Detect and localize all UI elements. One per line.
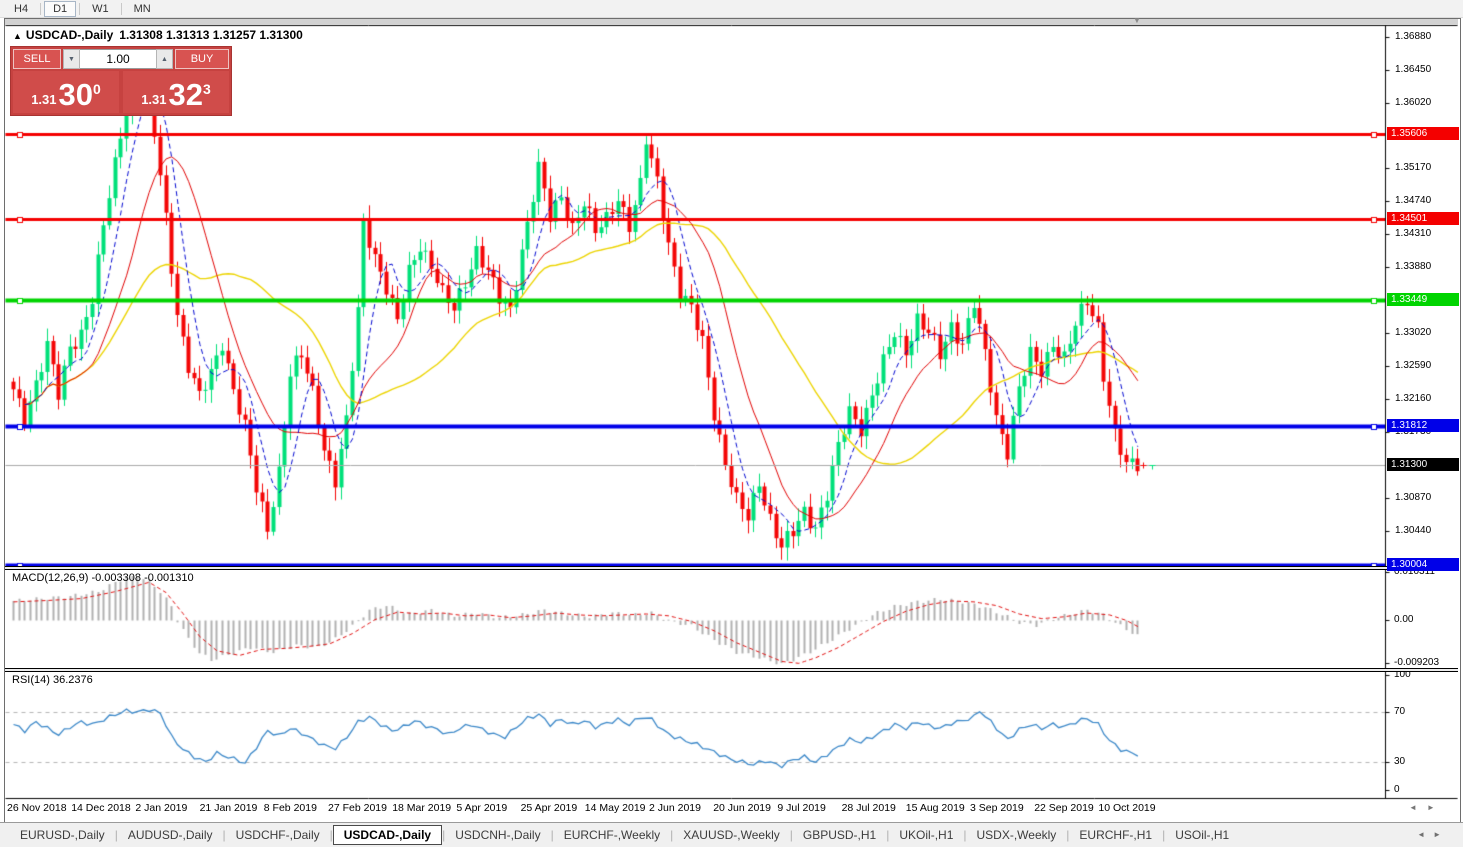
x-axis-date-label: 27 Feb 2019 xyxy=(328,802,387,814)
x-axis-date-label: 14 Dec 2018 xyxy=(71,802,131,814)
current-price-badge: 1.31300 xyxy=(1387,458,1459,471)
volume-increase-button[interactable]: ▲ xyxy=(156,49,173,69)
price-line-badge: 1.30004 xyxy=(1387,558,1459,571)
one-click-trade-panel: SELL ▼ ▲ BUY 1.31 30 0 1.31 32 3 xyxy=(10,46,232,116)
price-axis-tick: 1.33020 xyxy=(1395,327,1457,338)
timeframe-button-d1[interactable]: D1 xyxy=(44,1,76,17)
chart-title: ▲ USDCAD-,Daily 1.31308 1.31313 1.31257 1.… xyxy=(13,28,303,42)
price-line-badge: 1.34501 xyxy=(1387,212,1459,225)
price-axis-tick: 1.36020 xyxy=(1395,97,1457,108)
sell-price-pip-digit: 0 xyxy=(93,81,101,97)
sell-button[interactable]: SELL xyxy=(13,49,61,69)
price-line-badge: 1.35606 xyxy=(1387,127,1459,140)
chart-symbol-label: USDCAD-,Daily xyxy=(26,28,113,42)
rsi-axis-tick: 30 xyxy=(1394,756,1460,767)
chart-hscroll-arrows[interactable]: ◄► xyxy=(1409,803,1445,812)
x-axis-date-label: 20 Jun 2019 xyxy=(713,802,771,814)
x-axis-date-label: 15 Aug 2019 xyxy=(906,802,965,814)
x-axis-date-label: 2 Jun 2019 xyxy=(649,802,701,814)
price-axis-tick: 1.36450 xyxy=(1395,64,1457,75)
x-axis-date-label: 14 May 2019 xyxy=(585,802,646,814)
price-axis-tick: 1.30870 xyxy=(1395,492,1457,503)
price-line-badge: 1.31812 xyxy=(1387,419,1459,432)
chart-tab-xauusd-weekly[interactable]: XAUUSD-,Weekly xyxy=(673,826,789,844)
chart-tab-usoil-h1[interactable]: USOil-,H1 xyxy=(1165,826,1239,844)
chart-tab-eurusd-daily[interactable]: EURUSD-,Daily xyxy=(10,826,115,844)
price-line-badge: 1.33449 xyxy=(1387,293,1459,306)
rsi-axis-tick: 70 xyxy=(1394,706,1460,717)
buy-price-big-digits: 32 xyxy=(169,80,203,110)
chart-tab-usdchf-daily[interactable]: USDCHF-,Daily xyxy=(226,826,330,844)
volume-input[interactable] xyxy=(80,49,156,69)
price-axis-tick: 1.34740 xyxy=(1395,195,1457,206)
macd-pane-splitter[interactable] xyxy=(5,566,1458,570)
x-axis-date-label: 18 Mar 2019 xyxy=(392,802,451,814)
macd-indicator-label: MACD(12,26,9) -0.003308 -0.001310 xyxy=(12,572,194,584)
timeframe-toolbar: H4 D1 W1 MN xyxy=(0,0,1463,18)
chart-tab-audusd-daily[interactable]: AUDUSD-,Daily xyxy=(118,826,223,844)
chart-tab-ukoil-h1[interactable]: UKOil-,H1 xyxy=(889,826,963,844)
tab-scroll-left-icon[interactable]: ◄ xyxy=(1417,830,1433,839)
x-axis-date-label: 9 Jul 2019 xyxy=(777,802,825,814)
toolbar-separator xyxy=(79,3,80,15)
one-click-collapse-icon[interactable]: ▲ xyxy=(13,31,22,41)
x-axis-date-label: 5 Apr 2019 xyxy=(456,802,507,814)
x-axis-date-label: 28 Jul 2019 xyxy=(842,802,896,814)
sell-price-prefix: 1.31 xyxy=(31,92,56,107)
chart-tab-usdcnh-daily[interactable]: USDCNH-,Daily xyxy=(445,826,550,844)
chart-top-scrollbar[interactable]: ▼ xyxy=(5,19,1458,25)
tab-scroll-right-icon[interactable]: ► xyxy=(1433,830,1449,839)
buy-price-display[interactable]: 1.31 32 3 xyxy=(123,71,229,113)
trading-app: H4 D1 W1 MN ▼ ▲ USDCAD-,Daily 1.31308 1.31313… xyxy=(0,0,1463,847)
price-axis-tick: 1.32590 xyxy=(1395,360,1457,371)
price-axis-tick: 1.32160 xyxy=(1395,393,1457,404)
x-axis-date-label: 3 Sep 2019 xyxy=(970,802,1024,814)
macd-axis-tick: 0.00 xyxy=(1394,614,1460,625)
price-axis-tick: 1.30440 xyxy=(1395,525,1457,536)
timeframe-button-mn[interactable]: MN xyxy=(125,1,160,17)
price-axis-tick: 1.36880 xyxy=(1395,31,1457,42)
buy-button[interactable]: BUY xyxy=(175,49,229,69)
x-axis-date-label: 21 Jan 2019 xyxy=(200,802,258,814)
hscroll-right-icon[interactable]: ► xyxy=(1427,803,1445,812)
chart-ohlc-values: 1.31308 1.31313 1.31257 1.31300 xyxy=(119,28,303,42)
price-axis-tick: 1.35170 xyxy=(1395,162,1457,173)
volume-decrease-button[interactable]: ▼ xyxy=(63,49,80,69)
chart-tab-usdcad-daily[interactable]: USDCAD-,Daily xyxy=(333,825,442,845)
x-axis-date-label: 8 Feb 2019 xyxy=(264,802,317,814)
rsi-pane-splitter[interactable] xyxy=(5,668,1458,672)
toolbar-separator xyxy=(40,3,41,15)
sell-price-display[interactable]: 1.31 30 0 xyxy=(13,71,119,113)
price-axis-tick: 1.33880 xyxy=(1395,261,1457,272)
chart-tab-bar: ◄► EURUSD-,Daily|AUDUSD-,Daily|USDCHF-,D… xyxy=(0,822,1463,847)
x-axis-date-label: 22 Sep 2019 xyxy=(1034,802,1094,814)
x-axis-date-label: 10 Oct 2019 xyxy=(1098,802,1155,814)
toolbar-separator xyxy=(121,3,122,15)
timeframe-button-w1[interactable]: W1 xyxy=(83,1,118,17)
x-axis-date-label: 26 Nov 2018 xyxy=(7,802,67,814)
x-axis-date-label: 2 Jan 2019 xyxy=(135,802,187,814)
macd-axis-tick: -0.009203 xyxy=(1394,657,1460,668)
rsi-indicator-label: RSI(14) 36.2376 xyxy=(12,674,93,686)
x-axis-date-label: 25 Apr 2019 xyxy=(521,802,578,814)
chart-window: ▼ ▲ USDCAD-,Daily 1.31308 1.31313 1.31257 … xyxy=(4,18,1461,823)
buy-price-pip-digit: 3 xyxy=(203,81,211,97)
buy-price-prefix: 1.31 xyxy=(141,92,166,107)
rsi-axis-tick: 0 xyxy=(1394,784,1460,795)
sell-price-big-digits: 30 xyxy=(59,80,93,110)
chart-tab-eurchf-weekly[interactable]: EURCHF-,Weekly xyxy=(554,826,670,844)
tab-scroll-arrows[interactable]: ◄► xyxy=(1417,830,1449,839)
hscroll-left-icon[interactable]: ◄ xyxy=(1409,803,1427,812)
timeframe-button-h4[interactable]: H4 xyxy=(5,1,37,17)
price-chart-canvas[interactable] xyxy=(5,19,1458,820)
chart-tab-usdx-weekly[interactable]: USDX-,Weekly xyxy=(967,826,1067,844)
chart-tab-gbpusd-h1[interactable]: GBPUSD-,H1 xyxy=(793,826,886,844)
scroll-position-marker-icon[interactable]: ▼ xyxy=(1133,16,1141,26)
price-axis-tick: 1.34310 xyxy=(1395,228,1457,239)
chart-tab-eurchf-h1[interactable]: EURCHF-,H1 xyxy=(1069,826,1162,844)
